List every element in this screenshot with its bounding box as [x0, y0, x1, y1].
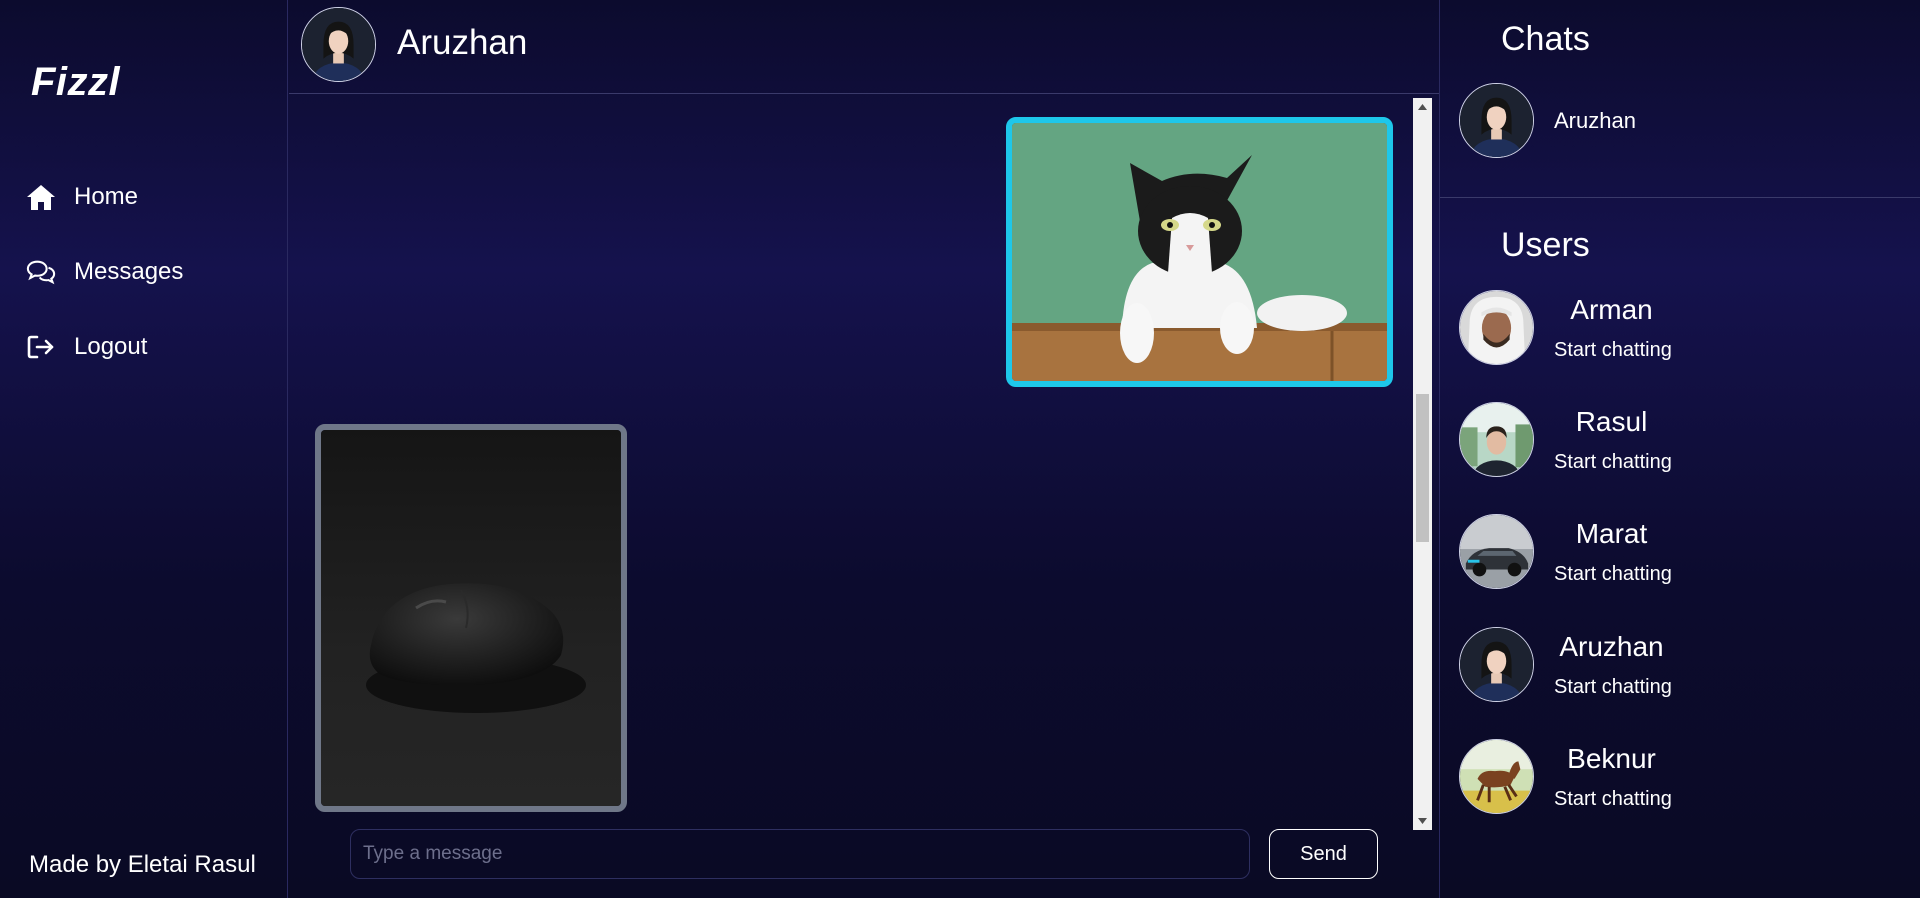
user-name: Rasul: [1575, 406, 1648, 437]
right-sidebar: Chats Aruzhan Users Arman Start chatting…: [1439, 0, 1920, 898]
avatar: [1459, 83, 1534, 158]
footer-credit: Made by Eletai Rasul: [29, 851, 256, 878]
user-name: Arman: [1570, 294, 1653, 325]
scroll-thumb[interactable]: [1416, 394, 1429, 542]
avatar: [1459, 739, 1534, 814]
left-sidebar: Fizzl Home Messages Logout Made by Eleta…: [0, 0, 288, 898]
user-item[interactable]: Marat Start chatting: [1459, 514, 1759, 589]
nav-item-messages[interactable]: Messages: [26, 252, 183, 292]
start-chatting-link[interactable]: Start chatting: [1554, 676, 1672, 699]
chat-item[interactable]: Aruzhan: [1459, 83, 1636, 158]
app-logo[interactable]: Fizzl: [31, 60, 120, 105]
sent-image-message[interactable]: [1006, 117, 1393, 387]
send-button[interactable]: Send: [1269, 829, 1378, 879]
nav-item-label: Home: [74, 183, 139, 210]
nav-item-logout[interactable]: Logout: [26, 327, 147, 367]
users-heading: Users: [1501, 226, 1590, 264]
sidebar-divider: [1440, 197, 1920, 198]
user-name: Beknur: [1567, 743, 1656, 774]
avatar: [1459, 514, 1534, 589]
avatar: [301, 7, 376, 82]
avatar: [1459, 290, 1534, 365]
chat-item-name: Aruzhan: [1554, 107, 1636, 133]
start-chatting-link[interactable]: Start chatting: [1554, 788, 1672, 811]
chat-header: Aruzhan: [289, 0, 1439, 94]
nav-item-label: Messages: [74, 258, 184, 285]
user-item[interactable]: Arman Start chatting: [1459, 290, 1759, 365]
cat-photo: [1012, 123, 1387, 381]
nav-item-label: Logout: [74, 333, 148, 360]
logout-icon: [26, 332, 56, 362]
user-name: Aruzhan: [1559, 631, 1664, 662]
user-item[interactable]: Beknur Start chatting: [1459, 739, 1759, 814]
user-item[interactable]: Aruzhan Start chatting: [1459, 627, 1759, 702]
messages-icon: [26, 257, 56, 287]
chats-heading: Chats: [1501, 20, 1590, 58]
avatar: [1459, 402, 1534, 477]
mouse-photo: [321, 430, 621, 806]
start-chatting-link[interactable]: Start chatting: [1554, 563, 1672, 586]
messages-area: [289, 95, 1414, 830]
messages-scrollbar[interactable]: [1413, 98, 1432, 830]
received-image-message[interactable]: [315, 424, 627, 812]
chat-title: Aruzhan: [397, 23, 528, 62]
user-item[interactable]: Rasul Start chatting: [1459, 402, 1759, 477]
nav-item-home[interactable]: Home: [26, 177, 138, 217]
start-chatting-link[interactable]: Start chatting: [1554, 451, 1672, 474]
avatar: [1459, 627, 1534, 702]
start-chatting-link[interactable]: Start chatting: [1554, 339, 1672, 362]
scroll-down-icon[interactable]: [1413, 812, 1432, 830]
message-input[interactable]: [350, 829, 1250, 879]
scroll-up-icon[interactable]: [1413, 98, 1432, 116]
home-icon: [26, 182, 56, 212]
user-name: Marat: [1575, 518, 1648, 549]
